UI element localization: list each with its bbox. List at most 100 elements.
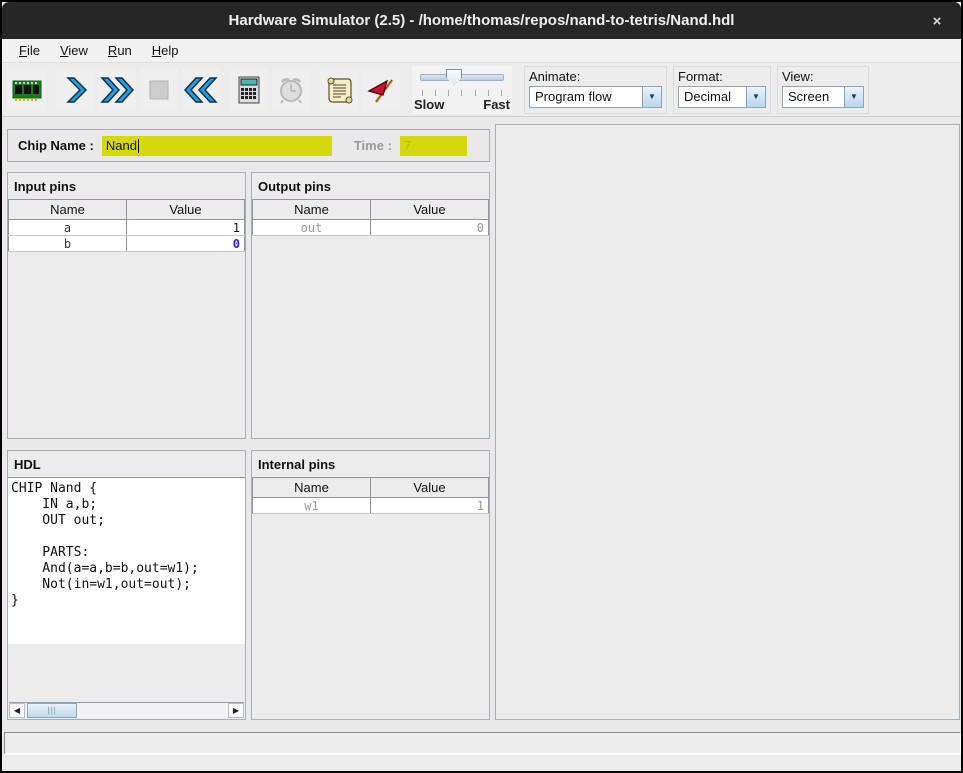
hdl-title: HDL [8,451,245,477]
animate-select[interactable]: Program flow ▼ [529,86,662,108]
chevron-down-icon[interactable]: ▼ [642,87,661,107]
breakpoint-flag-icon [366,75,396,105]
pin-name-out: out [253,220,371,236]
run-icon [99,75,135,105]
time-field: 7 [400,136,467,156]
slider-labels: Slow Fast [412,97,512,112]
menu-file-mnemonic: F [19,43,27,58]
table-header-row: Name Value [9,200,245,220]
run-button[interactable] [98,69,136,111]
format-select[interactable]: Decimal ▼ [678,86,766,108]
view-selected-value: Screen [783,87,835,107]
slider-track[interactable] [420,74,504,81]
input-pins-panel: Input pins Name Value a 1 b 0 [7,172,246,439]
menu-run[interactable]: Run [99,41,141,60]
menu-help-mnemonic: H [152,43,161,58]
column-header-value: Value [371,200,489,220]
pin-name-a: a [9,220,127,236]
clock-button[interactable] [272,69,310,111]
chevron-down-icon[interactable]: ▼ [844,87,863,107]
chevron-down-icon[interactable]: ▼ [746,87,765,107]
input-pins-table: Name Value a 1 b 0 [8,199,245,252]
hdl-panel: HDL CHIP Nand { IN a,b; OUT out; PARTS: … [7,450,246,720]
table-row: out 0 [253,220,489,236]
slider-thumb[interactable] [446,69,462,86]
pin-value-w1: 1 [371,498,489,514]
scrollbar-thumb[interactable]: ||| [27,703,77,718]
pin-value-out: 0 [371,220,489,236]
output-pins-title: Output pins [252,173,489,199]
slider-ticks [422,90,502,96]
animate-selected-value: Program flow [530,87,618,107]
column-header-name: Name [9,200,127,220]
title-bar: Hardware Simulator (2.5) - /home/thomas/… [2,2,961,39]
script-icon [325,75,353,105]
chip-name-input[interactable]: Nand [102,136,332,156]
table-row: w1 1 [253,498,489,514]
pin-name-b: b [9,236,127,252]
script-button[interactable] [320,69,358,111]
calculator-icon [236,75,262,105]
clock-icon [276,75,306,105]
menu-view-label: iew [68,43,88,58]
column-header-name: Name [253,478,371,498]
toolbar: Slow Fast Animate: Program flow ▼ Format… [2,63,961,117]
scrollbar-track[interactable]: ||| [25,703,228,718]
view-group: View: Screen ▼ [777,66,869,114]
internal-pins-panel: Internal pins Name Value w1 1 [251,450,490,720]
internal-pins-table: Name Value w1 1 [252,477,489,514]
menu-help-label: elp [161,43,178,58]
pin-value-a[interactable]: 1 [127,220,245,236]
animate-label: Animate: [529,69,662,84]
slider-slow-label: Slow [414,97,444,112]
column-header-value: Value [371,478,489,498]
hardware-simulator-window: Hardware Simulator (2.5) - /home/thomas/… [0,0,963,773]
scroll-left-icon[interactable]: ◀ [9,703,25,718]
load-chip-button[interactable] [8,69,46,111]
menu-view[interactable]: View [51,41,97,60]
screen-display-panel [495,124,960,720]
format-label: Format: [678,69,766,84]
stop-button[interactable] [140,69,178,111]
menu-help[interactable]: Help [143,41,188,60]
animate-group: Animate: Program flow ▼ [524,66,667,114]
output-pins-table: Name Value out 0 [252,199,489,236]
load-chip-icon [11,77,43,103]
hdl-horizontal-scrollbar[interactable]: ◀ ||| ▶ [9,702,244,718]
chip-name-value: Nand [106,138,137,153]
column-header-name: Name [253,200,371,220]
format-group: Format: Decimal ▼ [673,66,771,114]
table-row: a 1 [9,220,245,236]
scroll-right-icon[interactable]: ▶ [228,703,244,718]
single-step-icon [60,75,90,105]
view-label: View: [782,69,864,84]
menu-run-label: un [117,43,131,58]
evaluate-button[interactable] [230,69,268,111]
hdl-code-view[interactable]: CHIP Nand { IN a,b; OUT out; PARTS: And(… [8,477,245,644]
view-select[interactable]: Screen ▼ [782,86,864,108]
format-selected-value: Decimal [679,87,737,107]
menu-bar: File View Run Help [2,39,961,63]
reset-button[interactable] [182,69,220,111]
menu-file-label: ile [27,43,40,58]
pin-value-b[interactable]: 0 [127,236,245,252]
chip-name-bar: Chip Name : Nand Time : 7 [7,129,490,162]
window-title: Hardware Simulator (2.5) - /home/thomas/… [229,12,735,29]
table-row: b 0 [9,236,245,252]
breakpoints-button[interactable] [362,69,400,111]
time-label: Time : [354,138,392,153]
pin-name-w1: w1 [253,498,371,514]
column-header-value: Value [127,200,245,220]
table-header-row: Name Value [253,200,489,220]
menu-file[interactable]: File [10,41,49,60]
table-header-row: Name Value [253,478,489,498]
single-step-button[interactable] [56,69,94,111]
slider-fast-label: Fast [483,97,510,112]
input-pins-title: Input pins [8,173,245,199]
reset-icon [183,75,219,105]
speed-slider[interactable]: Slow Fast [412,66,512,114]
menu-run-mnemonic: R [108,43,117,58]
text-caret [138,139,139,153]
status-bar [4,732,961,755]
close-icon[interactable]: × [925,10,949,32]
